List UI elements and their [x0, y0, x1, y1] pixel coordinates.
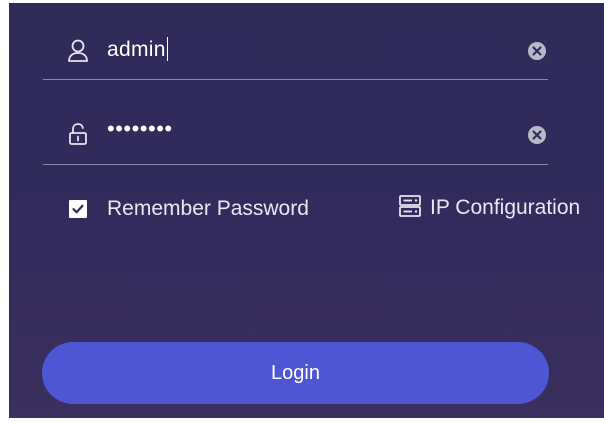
username-value: admin [107, 38, 166, 61]
username-field[interactable]: admin [43, 3, 548, 80]
login-button[interactable]: Login [42, 342, 549, 404]
checkmark-icon [72, 204, 84, 214]
login-panel: admin •••••••• Remember Password IP Conf… [9, 3, 604, 418]
remember-password-checkbox[interactable]: Remember Password [69, 196, 309, 222]
text-caret [166, 37, 169, 61]
ip-configuration-label: IP Configuration [430, 196, 581, 219]
ip-configuration-button[interactable]: IP Configuration [398, 194, 580, 222]
user-icon [67, 39, 89, 63]
password-input[interactable]: •••••••• [107, 116, 173, 142]
clear-password-button[interactable] [527, 125, 547, 145]
password-field[interactable]: •••••••• [43, 88, 548, 165]
server-icon [398, 194, 422, 223]
clear-circle-icon [528, 42, 546, 60]
lock-icon [67, 122, 89, 146]
remember-password-label: Remember Password [107, 197, 309, 220]
username-input[interactable]: admin [107, 37, 169, 62]
login-button-label: Login [271, 361, 320, 384]
checkbox-checked[interactable] [69, 200, 87, 218]
clear-circle-icon [528, 126, 546, 144]
clear-username-button[interactable] [527, 41, 547, 61]
